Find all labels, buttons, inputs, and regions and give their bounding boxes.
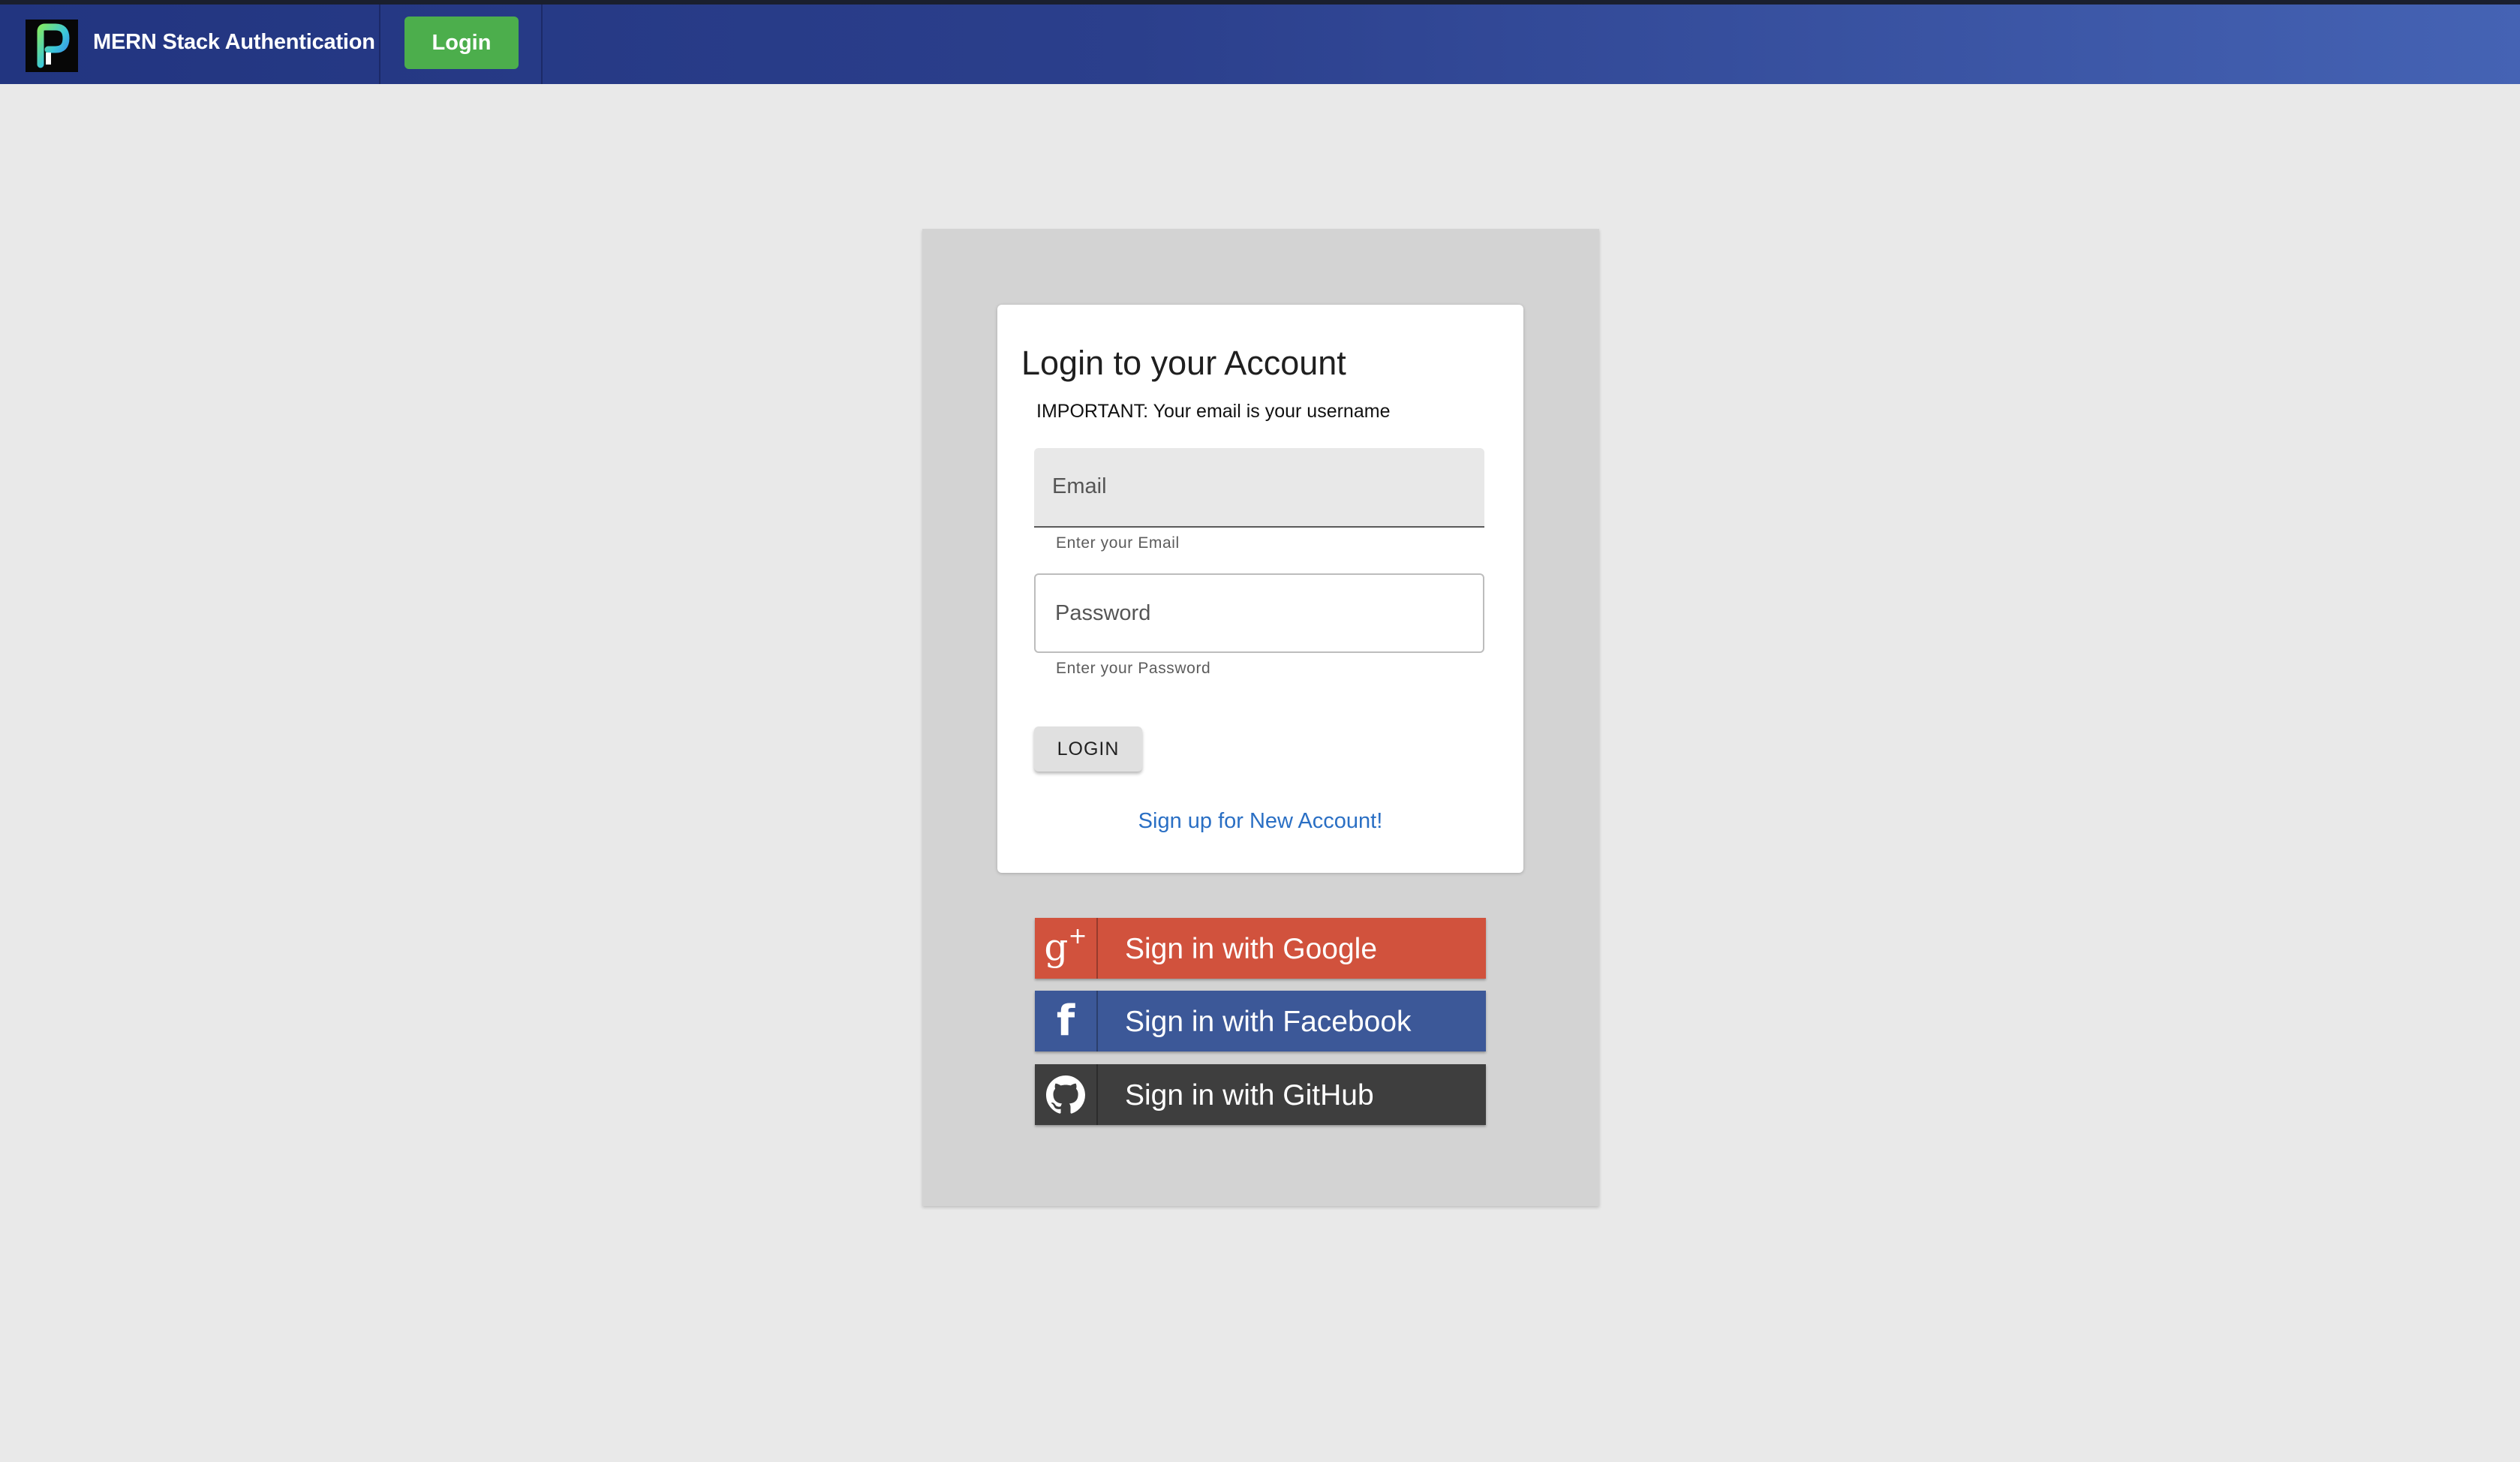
login-panel: Login to your Account IMPORTANT: Your em…	[922, 229, 1599, 1206]
login-title: Login to your Account	[1021, 344, 1346, 382]
facebook-signin-button[interactable]: f Sign in with Facebook	[1035, 991, 1486, 1051]
github-signin-label: Sign in with GitHub	[1125, 1079, 1374, 1112]
email-field[interactable]: Email	[1034, 448, 1484, 528]
facebook-signin-label: Sign in with Facebook	[1125, 1006, 1412, 1038]
p-logo-icon	[26, 20, 78, 72]
signup-link[interactable]: Sign up for New Account!	[997, 809, 1523, 834]
password-field[interactable]: Password	[1034, 573, 1484, 653]
google-signin-label: Sign in with Google	[1125, 933, 1378, 965]
email-placeholder: Email	[1052, 474, 1107, 498]
nav-login-button[interactable]: Login	[404, 17, 519, 69]
google-signin-button[interactable]: g+ Sign in with Google	[1035, 918, 1486, 979]
password-placeholder: Password	[1055, 601, 1151, 625]
brand-title: MERN Stack Authentication	[93, 30, 375, 54]
username-note: IMPORTANT: Your email is your username	[1036, 401, 1391, 422]
github-signin-button[interactable]: Sign in with GitHub	[1035, 1064, 1486, 1125]
email-helper-text: Enter your Email	[1056, 534, 1180, 552]
login-card: Login to your Account IMPORTANT: Your em…	[997, 305, 1523, 873]
facebook-icon: f	[1035, 991, 1098, 1051]
password-helper-text: Enter your Password	[1056, 660, 1211, 677]
github-icon	[1035, 1064, 1098, 1125]
top-navbar: MERN Stack Authentication Login	[0, 0, 2520, 84]
google-plus-icon: g+	[1035, 918, 1098, 979]
login-button[interactable]: LOGIN	[1034, 726, 1142, 772]
nav-login-wrap: Login	[380, 5, 543, 84]
brand[interactable]: MERN Stack Authentication	[0, 5, 380, 84]
